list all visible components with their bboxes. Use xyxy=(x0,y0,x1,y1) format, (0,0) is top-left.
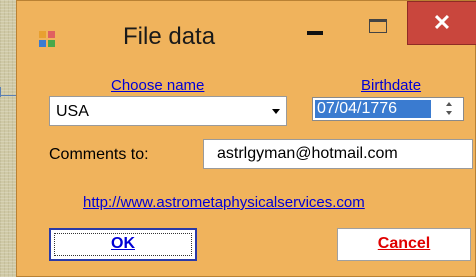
choose-name-link[interactable]: Choose name xyxy=(111,77,204,94)
birthdate-link[interactable]: Birthdate xyxy=(361,77,421,94)
website-link[interactable]: http://www.astrometaphysicalservices.com xyxy=(83,194,365,211)
spin-up-icon[interactable] xyxy=(446,102,452,106)
birthdate-value[interactable]: 07/04/1776 xyxy=(315,100,431,118)
date-spinner[interactable] xyxy=(439,99,461,119)
file-data-dialog: File data ✕ Choose name Birthdate USA 07… xyxy=(16,0,476,277)
spin-down-icon[interactable] xyxy=(446,111,452,115)
name-select[interactable]: USA xyxy=(49,96,287,126)
form-app-icon xyxy=(39,31,55,47)
chevron-down-icon[interactable] xyxy=(266,97,286,125)
minimize-icon[interactable] xyxy=(307,31,323,35)
ok-button[interactable]: OK xyxy=(49,228,197,261)
cancel-button[interactable]: Cancel xyxy=(337,228,471,261)
maximize-icon[interactable] xyxy=(369,19,387,33)
window-title: File data xyxy=(123,23,216,50)
name-select-value: USA xyxy=(56,103,89,120)
close-icon[interactable]: ✕ xyxy=(407,1,476,45)
birthdate-picker[interactable]: 07/04/1776 xyxy=(312,97,464,121)
dialog-body: Choose name Birthdate USA 07/04/1776 Com… xyxy=(35,63,475,271)
comments-label: Comments to: xyxy=(49,146,149,163)
email-field[interactable]: astrlgyman@hotmail.com xyxy=(203,139,473,169)
ok-button-label: OK xyxy=(111,235,135,252)
title-bar[interactable]: File data ✕ xyxy=(17,1,476,63)
